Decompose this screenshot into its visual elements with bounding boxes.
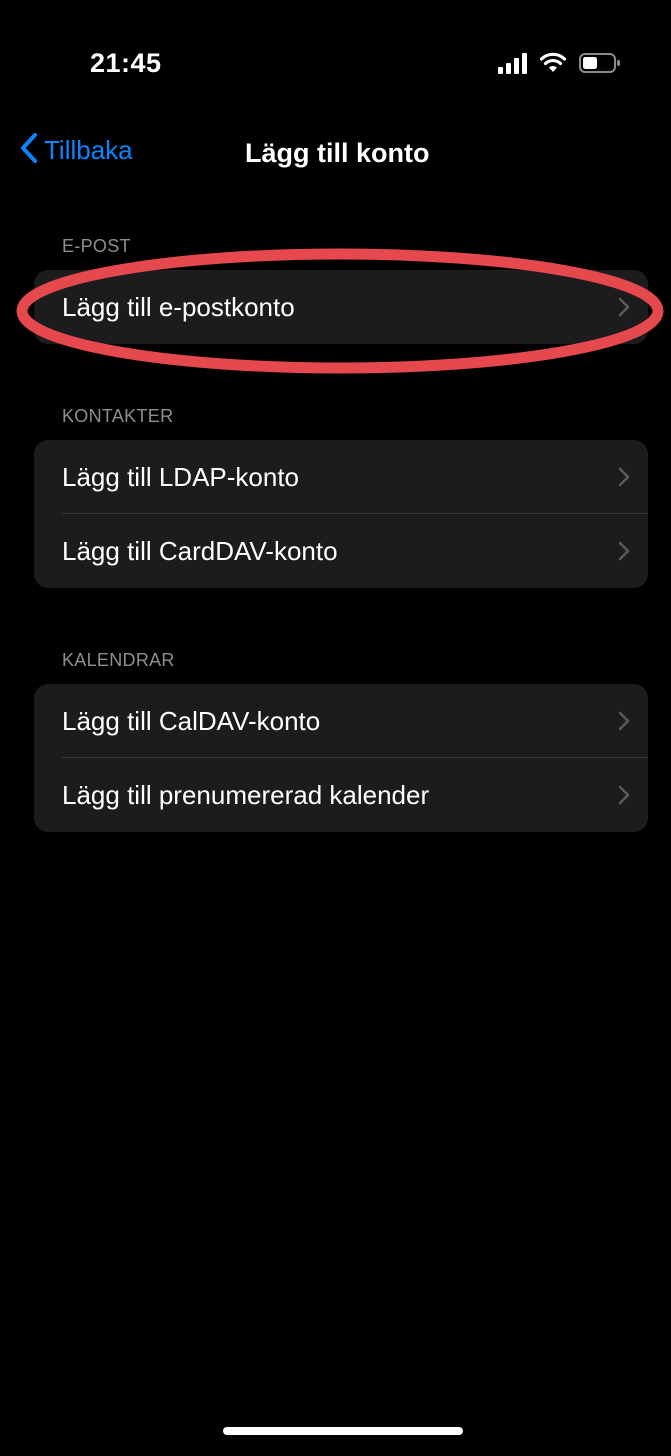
status-bar: 21:45 xyxy=(10,12,671,102)
signal-icon xyxy=(498,52,527,74)
row-label: Lägg till LDAP-konto xyxy=(62,461,300,492)
row-label: Lägg till CardDAV-konto xyxy=(62,535,338,566)
back-label: Tillbaka xyxy=(44,135,133,165)
row-label: Lägg till e-postkonto xyxy=(62,291,295,322)
status-time: 21:45 xyxy=(90,48,162,78)
chevron-right-icon xyxy=(618,711,630,736)
row-label: Lägg till CalDAV-konto xyxy=(62,705,321,736)
chevron-right-icon xyxy=(618,297,630,322)
chevron-right-icon xyxy=(618,467,630,492)
home-indicator xyxy=(223,1427,463,1435)
screen: 21:45 Tillbaka Lägg till konto E-POST Lä… xyxy=(10,12,671,1456)
chevron-right-icon xyxy=(618,785,630,810)
group-contacts: Lägg till LDAP-konto Lägg till CardDAV-k… xyxy=(34,440,648,588)
chevron-left-icon xyxy=(20,132,38,169)
row-add-email-account[interactable]: Lägg till e-postkonto xyxy=(34,270,648,344)
group-calendars: Lägg till CalDAV-konto Lägg till prenume… xyxy=(34,684,648,832)
row-label: Lägg till prenumererad kalender xyxy=(62,779,430,810)
back-button[interactable]: Tillbaka xyxy=(20,132,133,169)
row-add-carddav-account[interactable]: Lägg till CardDAV-konto xyxy=(34,514,648,588)
wifi-icon xyxy=(539,52,567,74)
row-add-ldap-account[interactable]: Lägg till LDAP-konto xyxy=(34,440,648,514)
section-header-contacts: KONTAKTER xyxy=(62,406,174,426)
chevron-right-icon xyxy=(618,541,630,566)
section-header-calendars: KALENDRAR xyxy=(62,650,175,670)
status-icons xyxy=(498,50,621,74)
section-header-email: E-POST xyxy=(62,236,131,256)
row-add-caldav-account[interactable]: Lägg till CalDAV-konto xyxy=(34,684,648,758)
battery-icon xyxy=(579,52,621,74)
group-email: Lägg till e-postkonto xyxy=(34,270,648,344)
page-title: Lägg till konto xyxy=(245,138,430,168)
row-add-subscribed-calendar[interactable]: Lägg till prenumererad kalender xyxy=(34,758,648,832)
nav-bar: Tillbaka Lägg till konto xyxy=(10,122,671,182)
